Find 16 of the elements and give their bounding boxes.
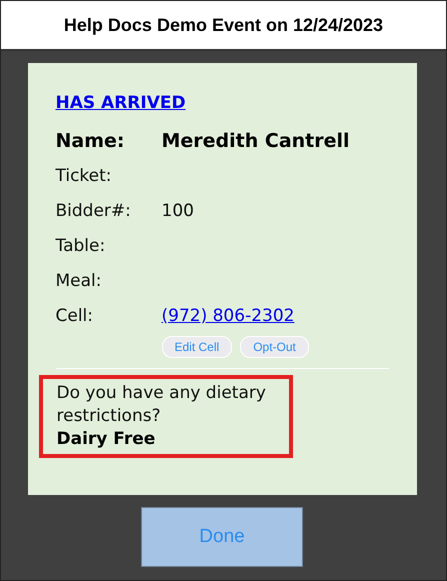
- status-link[interactable]: HAS ARRIVED: [56, 93, 186, 113]
- field-label: Cell:: [56, 306, 94, 326]
- answer-text: Dairy Free: [56, 428, 156, 451]
- field-label: Bidder#:: [56, 200, 132, 220]
- field-label: Name:: [56, 130, 126, 152]
- pill-button[interactable]: Opt-Out: [240, 336, 309, 358]
- field-value: Meredith Cantrell: [162, 130, 350, 152]
- field-label: Ticket:: [56, 166, 113, 186]
- field-value: 100: [162, 200, 194, 220]
- field-label: Table:: [56, 236, 106, 256]
- pill-button[interactable]: Edit Cell: [162, 336, 232, 358]
- field-label: Meal:: [56, 270, 102, 290]
- phone-link[interactable]: (972) 806-2302: [162, 306, 294, 326]
- done-button[interactable]: Done: [141, 507, 303, 567]
- question-text: Do you have any dietary restrictions?: [56, 382, 267, 428]
- window-title: Help Docs Demo Event on 12/24/2023: [1, 1, 446, 51]
